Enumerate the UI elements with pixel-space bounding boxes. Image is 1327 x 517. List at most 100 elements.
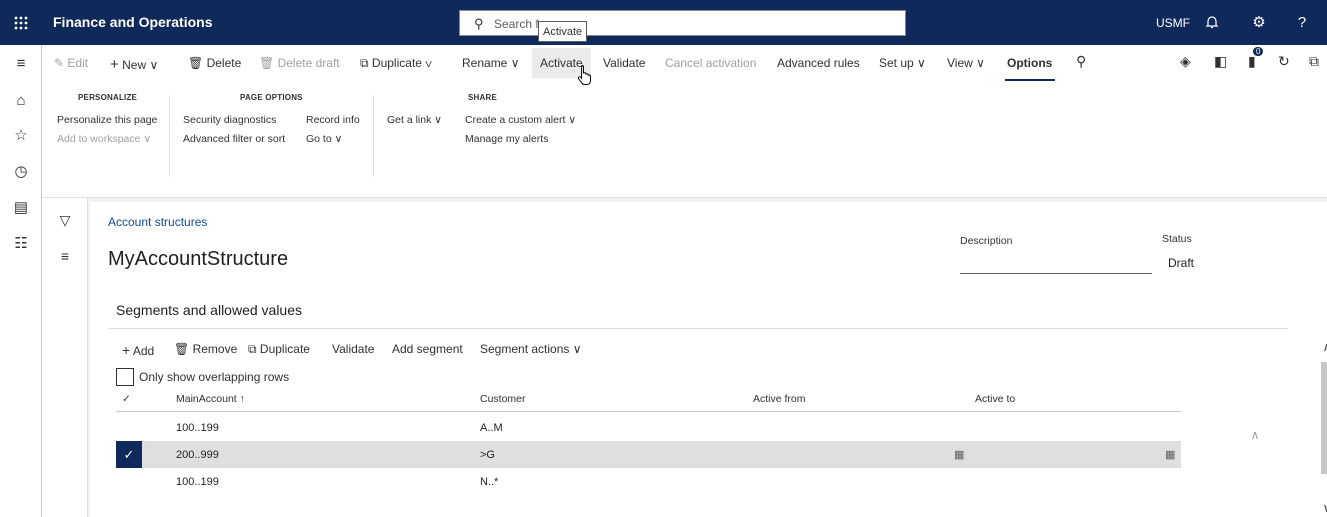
personalize-group-title: PERSONALIZE bbox=[78, 93, 138, 102]
select-all-check-icon[interactable]: ✓ bbox=[122, 393, 131, 405]
action-pane: ✎ Edit + New ∨ 🗑 Delete 🗑 Delete draft ⧉… bbox=[42, 45, 1327, 81]
chevron-down-icon: ∨ bbox=[568, 114, 576, 126]
chevron-down-icon: ∨ bbox=[572, 342, 582, 356]
refresh-icon[interactable]: ↻ bbox=[1278, 53, 1290, 70]
validate-button[interactable]: Validate bbox=[603, 56, 645, 70]
advanced-rules-button[interactable]: Advanced rules bbox=[777, 56, 860, 70]
gear-icon[interactable]: ⚙ bbox=[1249, 12, 1269, 32]
overlap-filter: Only show overlapping rows bbox=[116, 368, 289, 386]
cell-mainaccount: 100..199 bbox=[176, 476, 219, 488]
view-menu[interactable]: View ∨ bbox=[947, 56, 985, 70]
workspaces-icon[interactable]: ▤ bbox=[11, 197, 31, 217]
share-group-title: SHARE bbox=[468, 93, 498, 102]
cell-mainaccount: 200..999 bbox=[176, 449, 219, 461]
set-up-menu[interactable]: Set up ∨ bbox=[879, 56, 926, 70]
search-box[interactable]: ⚲ Search f bbox=[459, 10, 906, 36]
search-icon[interactable]: ⚲ bbox=[1076, 53, 1086, 70]
add-button[interactable]: + Add bbox=[122, 342, 154, 358]
row-selected-check-icon[interactable]: ✓ bbox=[116, 441, 142, 468]
go-to-menu[interactable]: Go to ∨ bbox=[306, 133, 342, 145]
overlap-checkbox[interactable] bbox=[116, 368, 134, 386]
chevron-down-icon: ∨ bbox=[334, 133, 343, 145]
add-to-workspace-button[interactable]: Add to workspace ∨ bbox=[57, 133, 151, 145]
nav-rail: ≡ ⌂ ☆ ◷ ▤ ☷ bbox=[0, 45, 42, 517]
segments-section: Segments and allowed values + Add 🗑 Remo… bbox=[108, 286, 1288, 517]
open-new-window-icon[interactable]: ⧉ bbox=[1309, 53, 1319, 70]
page-options-group-title: PAGE OPTIONS bbox=[240, 93, 303, 102]
col-header-mainaccount[interactable]: MainAccount ↑ bbox=[176, 393, 245, 405]
bell-icon[interactable] bbox=[1202, 12, 1222, 32]
search-placeholder: Search f bbox=[494, 17, 539, 31]
chevron-down-icon: ∨ bbox=[976, 56, 985, 70]
breadcrumb[interactable]: Account structures bbox=[108, 215, 207, 229]
list-icon[interactable]: ≡ bbox=[55, 246, 75, 266]
activate-tooltip: Activate bbox=[538, 21, 588, 42]
delete-draft-button[interactable]: 🗑 Delete draft bbox=[259, 56, 340, 70]
company-selector[interactable]: USMF bbox=[1156, 16, 1190, 30]
table-row[interactable]: 100..199 N..* bbox=[116, 468, 1181, 495]
overlap-checkbox-label: Only show overlapping rows bbox=[139, 370, 290, 384]
star-icon[interactable]: ☆ bbox=[11, 125, 31, 145]
section-title[interactable]: Segments and allowed values bbox=[116, 302, 302, 318]
col-header-customer[interactable]: Customer bbox=[480, 393, 526, 405]
calendar-icon[interactable]: ▦ bbox=[954, 448, 964, 461]
options-tab[interactable]: Options bbox=[1007, 56, 1052, 70]
cancel-activation-button[interactable]: Cancel activation bbox=[665, 56, 756, 70]
hand-cursor-icon bbox=[577, 65, 591, 85]
duplicate-segment-button[interactable]: ⧉ Duplicate bbox=[248, 342, 310, 357]
description-label: Description bbox=[960, 235, 1013, 247]
diamond-icon[interactable]: ◈ bbox=[1180, 53, 1191, 70]
col-header-active-to[interactable]: Active to bbox=[975, 393, 1015, 405]
help-icon[interactable]: ? bbox=[1292, 12, 1312, 32]
plus-icon: + bbox=[110, 56, 119, 73]
create-custom-alert-menu[interactable]: Create a custom alert ∨ bbox=[465, 114, 576, 126]
grid-scroll-up-icon[interactable]: ∧ bbox=[1248, 428, 1262, 442]
rename-button[interactable]: Rename ∨ bbox=[462, 56, 520, 70]
remove-button[interactable]: 🗑 Remove bbox=[174, 342, 237, 356]
filter-icon[interactable]: ▽ bbox=[55, 210, 75, 230]
grid-scrollbar[interactable]: ∧ ∨ bbox=[1320, 340, 1327, 517]
modules-icon[interactable]: ☷ bbox=[11, 233, 31, 253]
validate-segment-button[interactable]: Validate bbox=[332, 342, 374, 356]
copy-icon: ⧉ bbox=[360, 56, 369, 70]
waffle-icon[interactable] bbox=[0, 0, 42, 45]
cell-customer: A..M bbox=[480, 422, 503, 434]
personalize-this-page-button[interactable]: Personalize this page bbox=[57, 114, 157, 126]
delete-button[interactable]: 🗑 Delete bbox=[188, 56, 241, 70]
chevron-down-icon: ∨ bbox=[510, 56, 520, 70]
col-header-active-from[interactable]: Active from bbox=[753, 393, 806, 405]
sort-ascending-icon: ↑ bbox=[239, 393, 245, 405]
new-button[interactable]: + New ∨ bbox=[110, 56, 158, 73]
cell-customer: >G bbox=[480, 449, 495, 461]
duplicate-button[interactable]: ⧉ Duplicate ∨ bbox=[360, 56, 432, 71]
section-divider bbox=[108, 328, 1288, 329]
chevron-up-icon[interactable]: ∧ bbox=[1320, 340, 1327, 354]
hamburger-icon[interactable]: ≡ bbox=[11, 53, 31, 73]
security-diagnostics-button[interactable]: Security diagnostics bbox=[183, 114, 276, 126]
table-row[interactable]: 100..199 A..M bbox=[116, 414, 1181, 441]
get-a-link-menu[interactable]: Get a link ∨ bbox=[387, 114, 442, 126]
content-area: ▽ ≡ Account structures MyAccountStructur… bbox=[42, 198, 1327, 517]
office-icon[interactable]: ◧ bbox=[1214, 53, 1227, 70]
options-ribbon: PERSONALIZE Personalize this page Add to… bbox=[42, 81, 1327, 198]
advanced-filter-button[interactable]: Advanced filter or sort bbox=[183, 133, 285, 145]
attachments-icon[interactable]: ▮ 0 bbox=[1248, 47, 1264, 70]
trash-icon: 🗑 bbox=[188, 56, 204, 70]
table-row[interactable]: ✓ 200..999 >G ▦ ▦ bbox=[116, 441, 1181, 468]
app-title[interactable]: Finance and Operations bbox=[53, 14, 212, 30]
record-info-button[interactable]: Record info bbox=[306, 114, 360, 126]
segment-actions-menu[interactable]: Segment actions ∨ bbox=[480, 342, 582, 356]
chevron-down-icon: ∨ bbox=[149, 58, 159, 72]
grid-scrollbar-thumb[interactable] bbox=[1321, 362, 1327, 474]
calendar-icon[interactable]: ▦ bbox=[1165, 448, 1175, 461]
attachments-count-badge: 0 bbox=[1253, 47, 1264, 56]
trash-icon: 🗑 bbox=[174, 342, 190, 356]
add-segment-button[interactable]: Add segment bbox=[392, 342, 463, 356]
edit-button[interactable]: ✎ Edit bbox=[54, 56, 88, 70]
recent-icon[interactable]: ◷ bbox=[11, 161, 31, 181]
search-icon: ⚲ bbox=[474, 16, 484, 31]
home-icon[interactable]: ⌂ bbox=[11, 90, 31, 110]
chevron-down-icon[interactable]: ∨ bbox=[1320, 501, 1327, 515]
manage-my-alerts-button[interactable]: Manage my alerts bbox=[465, 133, 548, 145]
description-field[interactable] bbox=[960, 251, 1152, 274]
